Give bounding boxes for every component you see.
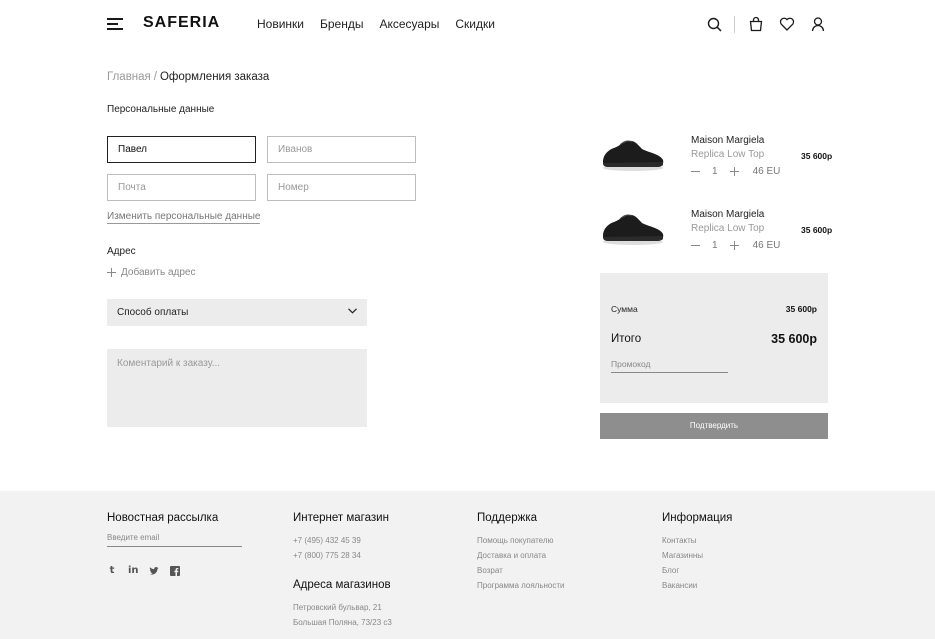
footer-support: Поддержка Помощь покупателю Доставка и о… — [477, 512, 565, 593]
footer-shop: Интернет магазин +7 (495) 432 45 39 +7 (… — [293, 512, 392, 630]
footer-link[interactable]: Вакансии — [662, 578, 732, 593]
header-divider — [734, 16, 735, 33]
footer-info: Информация Контакты Магазинны Блог Вакан… — [662, 512, 732, 593]
store-address: Большая Поляна, 73/23 с3 — [293, 618, 392, 627]
logo[interactable]: SAFERIA — [143, 14, 220, 32]
minus-icon[interactable] — [691, 167, 700, 176]
size-value: 46 EU — [752, 240, 781, 251]
sum-label: Сумма — [611, 304, 638, 314]
cart-item-model[interactable]: Replica Low Top — [691, 223, 764, 234]
nav-item-new[interactable]: Новинки — [257, 17, 304, 31]
address-title: Адрес — [107, 246, 136, 257]
footer-link[interactable]: Программа лояльности — [477, 578, 565, 593]
nav-item-accessories[interactable]: Аксесуары — [379, 17, 439, 31]
edit-personal-data-link[interactable]: Изменить персональные данные — [107, 211, 261, 224]
newsletter-title: Новостная рассылка — [107, 512, 219, 524]
payment-method-label: Способ оплаты — [117, 307, 189, 318]
order-comment-textarea[interactable]: Коментарий к заказу... — [107, 349, 367, 427]
footer-link[interactable]: Доставка и оплата — [477, 548, 565, 563]
phone-link[interactable]: +7 (495) 432 45 39 — [293, 533, 392, 548]
breadcrumb-current: Оформления заказа — [159, 71, 270, 83]
nav-item-brands[interactable]: Бренды — [320, 17, 363, 31]
promo-code-input[interactable]: Промокод — [611, 359, 728, 373]
menu-icon[interactable] — [107, 17, 123, 31]
add-address-button[interactable]: Добавить адрес — [107, 267, 196, 278]
payment-method-select[interactable]: Способ оплаты — [107, 299, 367, 326]
confirm-button[interactable]: Подтвердить — [600, 413, 828, 439]
total-value: 35 600р — [771, 332, 817, 346]
plus-icon[interactable] — [729, 167, 739, 176]
breadcrumb: Главная / Оформления заказа — [107, 71, 269, 83]
info-title: Информация — [662, 512, 733, 524]
chevron-down-icon — [348, 308, 357, 314]
site-footer: Новостная рассылка Введите email t in Ин… — [0, 491, 935, 639]
cart-item: Maison Margiela Replica Low Top 1 46 EU … — [600, 209, 835, 269]
last-name-field[interactable]: Иванов — [267, 136, 416, 163]
nav-item-sale[interactable]: Скидки — [455, 17, 495, 31]
linkedin-icon[interactable]: in — [128, 566, 139, 576]
facebook-icon[interactable] — [170, 566, 180, 576]
shoe-image — [603, 214, 664, 245]
tumblr-icon[interactable]: t — [107, 566, 117, 576]
search-icon[interactable] — [707, 17, 723, 33]
quantity-value: 1 — [712, 166, 718, 177]
cart-item-brand[interactable]: Maison Margiela — [691, 135, 764, 146]
email-field[interactable]: Почта — [107, 174, 256, 201]
breadcrumb-home[interactable]: Главная — [107, 71, 151, 83]
sum-value: 35 600р — [785, 304, 817, 314]
shoe-image — [603, 140, 664, 171]
stores-title: Адреса магазинов — [293, 579, 391, 591]
user-icon[interactable] — [810, 16, 826, 32]
plus-icon — [107, 268, 116, 277]
minus-icon[interactable] — [691, 241, 700, 250]
footer-link[interactable]: Магазинны — [662, 548, 732, 563]
support-title: Поддержка — [477, 512, 537, 524]
cart-item-model[interactable]: Replica Low Top — [691, 149, 764, 160]
main-nav: Новинки Бренды Аксесуары Скидки — [257, 17, 495, 31]
footer-link[interactable]: Контакты — [662, 533, 732, 548]
add-address-label: Добавить адрес — [121, 267, 196, 278]
personal-data-title: Персональные данные — [107, 104, 215, 115]
cart-item: Maison Margiela Replica Low Top 1 46 EU … — [600, 135, 835, 195]
order-summary: Сумма 35 600р Итого 35 600р Промокод — [600, 273, 828, 403]
plus-icon[interactable] — [729, 241, 739, 250]
quantity-value: 1 — [712, 240, 718, 251]
breadcrumb-separator: / — [153, 71, 157, 83]
footer-link[interactable]: Блог — [662, 563, 732, 578]
heart-icon[interactable] — [779, 16, 795, 32]
footer-link[interactable]: Возрат — [477, 563, 565, 578]
shop-title: Интернет магазин — [293, 512, 389, 524]
phone-link[interactable]: +7 (800) 775 28 34 — [293, 548, 392, 563]
cart-item-price: 35 600р — [801, 225, 833, 235]
cart-item-price: 35 600р — [801, 151, 833, 161]
store-address: Петровский бульвар, 21 — [293, 603, 382, 612]
bag-icon[interactable] — [748, 16, 764, 32]
cart-item-brand[interactable]: Maison Margiela — [691, 209, 764, 220]
quantity-stepper: 1 46 EU — [691, 166, 780, 177]
newsletter-email-input[interactable]: Введите email — [107, 533, 242, 547]
twitter-icon[interactable] — [149, 566, 159, 576]
total-label: Итого — [611, 333, 642, 345]
footer-newsletter: Новостная рассылка Введите email t in — [107, 512, 242, 576]
first-name-field[interactable]: Павел — [107, 136, 256, 163]
site-header: SAFERIA Новинки Бренды Аксесуары Скидки — [0, 0, 935, 48]
social-links: t in — [107, 566, 242, 576]
size-value: 46 EU — [752, 166, 781, 177]
quantity-stepper: 1 46 EU — [691, 240, 780, 251]
phone-field[interactable]: Номер — [267, 174, 416, 201]
footer-link[interactable]: Помощь покупателю — [477, 533, 565, 548]
